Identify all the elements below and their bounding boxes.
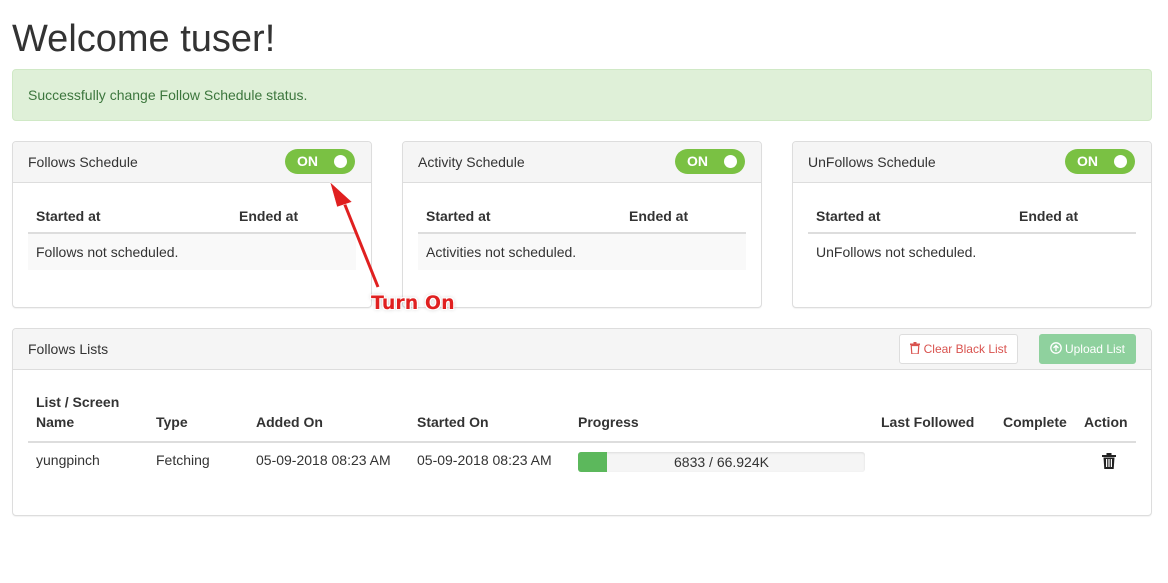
toggle-label: ON bbox=[687, 153, 708, 169]
column-type: Type bbox=[156, 414, 188, 430]
table-header: Started at Ended at bbox=[808, 200, 1136, 234]
follows-schedule-toggle[interactable]: ON bbox=[285, 149, 355, 174]
upload-circle-icon bbox=[1049, 342, 1062, 354]
schedule-table: Started at Ended at UnFollows not schedu… bbox=[808, 200, 1136, 270]
panel-title: Follows Lists bbox=[28, 341, 109, 357]
column-started-at: Started at bbox=[426, 208, 491, 224]
panel-title: Follows Schedule bbox=[28, 154, 138, 170]
follows-lists-table: List / Screen Name Type Added On Started… bbox=[28, 391, 1136, 481]
column-last-followed: Last Followed bbox=[881, 414, 975, 430]
schedule-table: Started at Ended at Activities not sched… bbox=[418, 200, 746, 270]
column-progress: Progress bbox=[578, 414, 639, 430]
column-started-at: Started at bbox=[36, 208, 101, 224]
table-header: Started at Ended at bbox=[418, 200, 746, 234]
panel-title: Activity Schedule bbox=[418, 154, 525, 170]
follows-lists-panel: Follows Lists Clear Black List Upload Li… bbox=[12, 328, 1152, 516]
column-list-name: List / Screen Name bbox=[36, 394, 120, 430]
column-complete: Complete bbox=[1003, 414, 1067, 430]
unfollows-schedule-toggle[interactable]: ON bbox=[1065, 149, 1135, 174]
table-row: UnFollows not scheduled. bbox=[816, 244, 977, 260]
table-row: yungpinch Fetching 05-09-2018 08:23 AM 0… bbox=[28, 443, 1136, 481]
activity-schedule-toggle[interactable]: ON bbox=[675, 149, 745, 174]
toggle-label: ON bbox=[1077, 153, 1098, 169]
upload-list-button[interactable]: Upload List bbox=[1038, 334, 1136, 364]
clear-black-list-label: Clear Black List bbox=[923, 342, 1007, 356]
trash-icon bbox=[910, 342, 921, 355]
activity-schedule-panel: Activity Schedule ON Started at Ended at… bbox=[402, 141, 762, 308]
panel-heading: Activity Schedule ON bbox=[403, 142, 761, 183]
page-title: Welcome tuser! bbox=[12, 18, 276, 60]
column-added-on: Added On bbox=[256, 414, 323, 430]
toggle-knob bbox=[724, 155, 737, 168]
clear-black-list-button[interactable]: Clear Black List bbox=[899, 334, 1018, 364]
progress-text: 6833 / 66.924K bbox=[674, 454, 769, 470]
alert-message: Successfully change Follow Schedule stat… bbox=[28, 87, 308, 103]
column-ended-at: Ended at bbox=[239, 208, 299, 224]
annotation-label: Turn On bbox=[371, 292, 455, 314]
panel-heading: Follows Lists Clear Black List Upload Li… bbox=[13, 329, 1151, 370]
follows-schedule-panel: Follows Schedule ON Started at Ended at … bbox=[12, 141, 372, 308]
toggle-knob bbox=[1114, 155, 1127, 168]
schedule-table: Started at Ended at Follows not schedule… bbox=[28, 200, 356, 270]
column-started-at: Started at bbox=[816, 208, 881, 224]
progress-bar-track: 6833 / 66.924K bbox=[578, 452, 865, 472]
table-header: List / Screen Name Type Added On Started… bbox=[28, 391, 1136, 443]
column-started-on: Started On bbox=[417, 414, 489, 430]
cell-added-on: 05-09-2018 08:23 AM bbox=[256, 452, 391, 468]
cell-name: yungpinch bbox=[36, 452, 100, 468]
column-action: Action bbox=[1084, 414, 1128, 430]
panel-heading: UnFollows Schedule ON bbox=[793, 142, 1151, 183]
panel-title: UnFollows Schedule bbox=[808, 154, 936, 170]
upload-list-label: Upload List bbox=[1064, 342, 1125, 356]
delete-trash-icon[interactable] bbox=[1102, 453, 1116, 469]
cell-started-on: 05-09-2018 08:23 AM bbox=[417, 452, 552, 468]
panel-heading: Follows Schedule ON bbox=[13, 142, 371, 183]
table-row: Activities not scheduled. bbox=[418, 234, 746, 270]
toggle-knob bbox=[334, 155, 347, 168]
column-ended-at: Ended at bbox=[629, 208, 689, 224]
column-ended-at: Ended at bbox=[1019, 208, 1079, 224]
unfollows-schedule-panel: UnFollows Schedule ON Started at Ended a… bbox=[792, 141, 1152, 308]
table-header: Started at Ended at bbox=[28, 200, 356, 234]
toggle-label: ON bbox=[297, 153, 318, 169]
table-row: Follows not scheduled. bbox=[28, 234, 356, 270]
success-alert: Successfully change Follow Schedule stat… bbox=[12, 69, 1152, 121]
cell-type: Fetching bbox=[156, 452, 210, 468]
